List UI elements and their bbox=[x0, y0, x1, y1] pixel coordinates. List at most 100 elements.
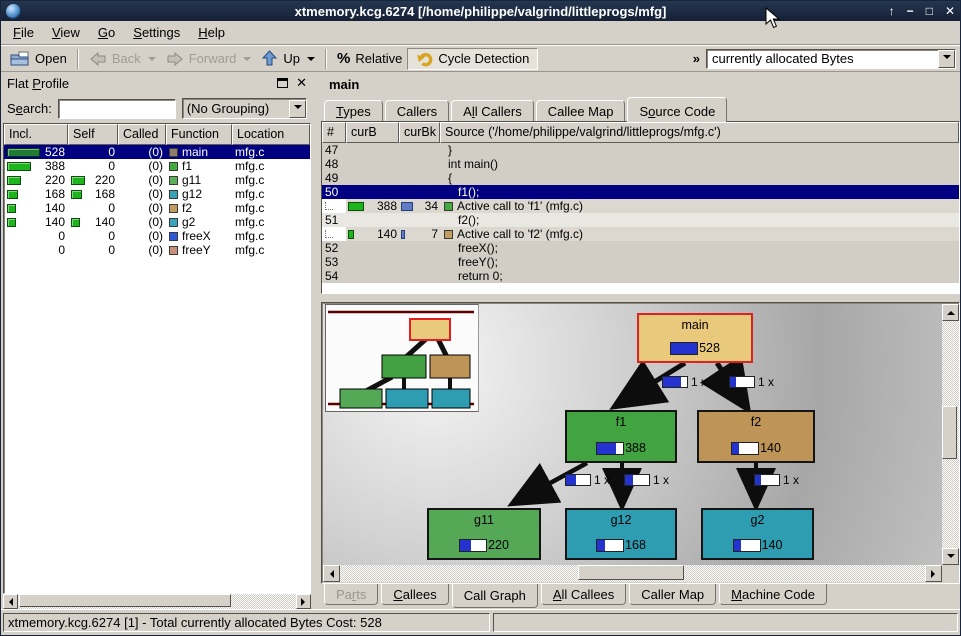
graph-node-g12[interactable]: g12168 bbox=[565, 508, 677, 560]
column-header-called[interactable]: Called bbox=[118, 124, 166, 145]
graph-hscrollbar[interactable] bbox=[323, 565, 942, 582]
open-button[interactable]: Open bbox=[5, 49, 72, 69]
menu-file[interactable]: File bbox=[4, 23, 43, 42]
cost-bar bbox=[71, 218, 80, 227]
relative-button[interactable]: % Relative bbox=[332, 48, 407, 69]
call-graph-canvas[interactable]: main528 f1388 f2140 g11220 g12168 g2140 1 x 1 x… bbox=[323, 304, 942, 565]
graph-edge-main-f1[interactable]: 1 x bbox=[662, 375, 707, 389]
scroll-left-button[interactable] bbox=[3, 594, 18, 609]
graph-node-main[interactable]: main528 bbox=[637, 313, 753, 363]
scroll-down-button[interactable] bbox=[942, 548, 959, 565]
source-line-52[interactable]: 52freeX(); bbox=[322, 241, 959, 255]
source-call-row[interactable]: 38834Active call to 'f1' (mfg.c) bbox=[322, 199, 959, 213]
tab-machine-code[interactable]: Machine Code bbox=[719, 584, 827, 605]
grouping-value: (No Grouping) bbox=[183, 101, 289, 116]
call-branch-icon bbox=[325, 230, 333, 238]
graph-edge-f2-g2[interactable]: 1 x bbox=[754, 473, 799, 487]
column-header-self[interactable]: Self bbox=[68, 124, 118, 145]
scroll-left-button[interactable] bbox=[323, 565, 340, 582]
menu-help[interactable]: Help bbox=[189, 23, 234, 42]
column-header-location[interactable]: Location bbox=[232, 124, 310, 145]
graph-node-g11[interactable]: g11220 bbox=[427, 508, 541, 560]
dock-close-button[interactable]: ✕ bbox=[296, 78, 307, 88]
scroll-up-button[interactable] bbox=[942, 304, 959, 321]
event-combo-arrow-button[interactable] bbox=[938, 50, 955, 68]
column-header-incl[interactable]: Incl. bbox=[4, 124, 68, 145]
source-line-49[interactable]: 49{ bbox=[322, 171, 959, 185]
menu-go[interactable]: Go bbox=[89, 23, 124, 42]
source-line-53[interactable]: 53freeY(); bbox=[322, 255, 959, 269]
titlebar[interactable]: xtmemory.kcg.6274 [/home/philippe/valgri… bbox=[1, 1, 960, 21]
dock-float-button[interactable] bbox=[277, 78, 288, 88]
cycle-detection-button[interactable]: Cycle Detection bbox=[407, 48, 538, 70]
column-header-line[interactable]: # bbox=[322, 122, 346, 143]
scrollbar-thumb[interactable] bbox=[19, 594, 231, 607]
forward-dropdown-icon[interactable] bbox=[243, 57, 251, 65]
forward-button[interactable]: Forward bbox=[161, 49, 257, 69]
location-cell: mfg.c bbox=[232, 243, 267, 257]
tab-call-graph[interactable]: Call Graph bbox=[452, 583, 538, 608]
graph-edge-main-f2[interactable]: 1 x bbox=[729, 375, 774, 389]
event-type-value: currently allocated Bytes bbox=[707, 51, 938, 66]
table-row-f1[interactable]: 3880(0)f1mfg.c bbox=[4, 159, 310, 173]
tab-source-code[interactable]: Source Code bbox=[627, 97, 727, 122]
tab-types[interactable]: Types bbox=[324, 100, 383, 121]
source-line-50[interactable]: 50f1(); bbox=[322, 185, 959, 199]
flat-profile-hscrollbar[interactable] bbox=[3, 594, 311, 609]
graph-node-f2[interactable]: f2140 bbox=[697, 410, 815, 463]
table-row-g11[interactable]: 220220(0)g11mfg.c bbox=[4, 173, 310, 187]
scrollbar-thumb[interactable] bbox=[942, 406, 957, 459]
tab-callers[interactable]: Callers bbox=[385, 100, 449, 121]
column-header-curBk[interactable]: curBk bbox=[399, 122, 440, 143]
menu-settings[interactable]: Settings bbox=[124, 23, 189, 42]
table-row-freeX[interactable]: 00(0)freeXmfg.c bbox=[4, 229, 310, 243]
column-header-curB[interactable]: curB bbox=[346, 122, 399, 143]
vertical-splitter[interactable] bbox=[313, 72, 321, 609]
grouping-combobox[interactable]: (No Grouping) bbox=[182, 98, 307, 119]
tab-all-callees[interactable]: All Callees bbox=[541, 584, 626, 605]
back-button[interactable]: Back bbox=[84, 49, 161, 69]
graph-node-g2[interactable]: g2140 bbox=[701, 508, 814, 560]
dock-header[interactable]: Flat Profile ✕ bbox=[1, 72, 313, 94]
source-line-48[interactable]: 48int main() bbox=[322, 157, 959, 171]
tab-callees[interactable]: Callees bbox=[381, 584, 448, 605]
horizontal-splitter[interactable] bbox=[321, 294, 960, 302]
graph-vscrollbar[interactable] bbox=[942, 304, 959, 565]
tab-caller-map[interactable]: Caller Map bbox=[629, 584, 716, 605]
tab-callee-map[interactable]: Callee Map bbox=[536, 100, 626, 121]
graph-overview-map[interactable] bbox=[325, 304, 479, 412]
scroll-right-button[interactable] bbox=[296, 594, 311, 609]
scroll-right-button[interactable] bbox=[925, 565, 942, 582]
column-header-function[interactable]: Function bbox=[166, 124, 232, 145]
source-call-row[interactable]: 1407Active call to 'f2' (mfg.c) bbox=[322, 227, 959, 241]
table-row-g2[interactable]: 140140(0)g2mfg.c bbox=[4, 215, 310, 229]
search-input[interactable] bbox=[58, 99, 176, 119]
source-line-47[interactable]: 47} bbox=[322, 143, 959, 157]
event-type-combobox[interactable]: currently allocated Bytes bbox=[706, 49, 956, 69]
close-button[interactable]: ✕ bbox=[945, 1, 955, 21]
line-number: 48 bbox=[322, 157, 346, 171]
shade-button[interactable]: ↑ bbox=[889, 1, 895, 21]
maximize-button[interactable]: □ bbox=[926, 1, 933, 21]
toolbar-overflow-button[interactable]: » bbox=[687, 51, 706, 66]
table-row-freeY[interactable]: 00(0)freeYmfg.c bbox=[4, 243, 310, 257]
up-button[interactable]: Up bbox=[256, 48, 320, 69]
source-line-54[interactable]: 54return 0; bbox=[322, 269, 959, 283]
tab-all-callers[interactable]: All Callers bbox=[451, 100, 534, 121]
graph-edge-f1-g12[interactable]: 1 x bbox=[624, 473, 669, 487]
graph-edge-f1-g11[interactable]: 1 x bbox=[565, 473, 610, 487]
open-folder-icon bbox=[10, 51, 30, 67]
column-header-source[interactable]: Source ('/home/philippe/valgrind/littlep… bbox=[440, 122, 959, 143]
menu-view[interactable]: View bbox=[43, 23, 89, 42]
graph-node-f1[interactable]: f1388 bbox=[565, 410, 677, 463]
grouping-arrow-button[interactable] bbox=[289, 100, 306, 118]
scrollbar-thumb[interactable] bbox=[578, 565, 684, 580]
table-row-main[interactable]: 5280(0)mainmfg.c bbox=[4, 145, 310, 159]
up-dropdown-icon[interactable] bbox=[307, 57, 315, 65]
minimize-button[interactable]: − bbox=[907, 1, 914, 21]
source-line-51[interactable]: 51f2(); bbox=[322, 213, 959, 227]
back-dropdown-icon[interactable] bbox=[148, 57, 156, 65]
table-row-g12[interactable]: 168168(0)g12mfg.c bbox=[4, 187, 310, 201]
table-row-f2[interactable]: 1400(0)f2mfg.c bbox=[4, 201, 310, 215]
source-text: } bbox=[440, 143, 959, 157]
